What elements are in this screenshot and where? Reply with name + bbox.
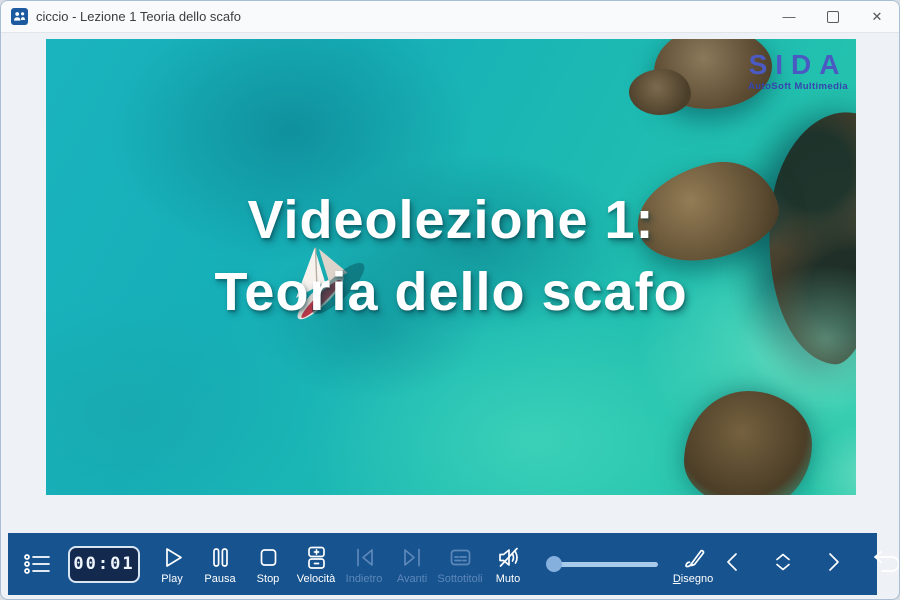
- close-button[interactable]: ✕: [855, 1, 899, 32]
- volume-slider-track[interactable]: [552, 562, 658, 567]
- play-icon: [159, 544, 186, 571]
- volume-slider-handle[interactable]: [546, 556, 562, 572]
- mute-button[interactable]: Muto: [484, 544, 532, 585]
- pen-icon: [680, 544, 707, 571]
- subtitles-button[interactable]: Sottotitoli: [436, 544, 484, 585]
- app-users-icon: [11, 8, 28, 25]
- speaker-muted-icon: [495, 544, 522, 571]
- draw-button[interactable]: Disegno: [666, 544, 720, 585]
- speed-label: Velocità: [297, 574, 336, 585]
- video-title-line1: Videolezione 1:: [46, 185, 856, 257]
- sida-logo-subtitle: AutoSoft Multimedia: [748, 81, 848, 92]
- return-arrow-icon: [870, 548, 900, 576]
- back-label: Indietro: [346, 574, 383, 585]
- chevron-right-icon: [820, 549, 846, 575]
- forward-button[interactable]: Avanti: [388, 544, 436, 585]
- title-bar[interactable]: ciccio - Lezione 1 Teoria dello scafo — …: [1, 1, 899, 33]
- window-title: ciccio - Lezione 1 Teoria dello scafo: [36, 9, 241, 24]
- pause-label: Pausa: [204, 574, 235, 585]
- stop-icon: [255, 544, 282, 571]
- back-button[interactable]: Indietro: [340, 544, 388, 585]
- draw-label: Disegno: [673, 574, 713, 585]
- speed-button[interactable]: Velocità: [292, 544, 340, 585]
- lesson-navigation: [720, 548, 900, 581]
- play-button[interactable]: Play: [148, 544, 196, 585]
- forward-label: Avanti: [397, 574, 427, 585]
- speed-plus-minus-icon: [303, 544, 330, 571]
- pause-icon: [207, 544, 234, 571]
- chevron-left-icon: [720, 549, 746, 575]
- play-label: Play: [161, 574, 182, 585]
- playlist-button[interactable]: [20, 549, 54, 579]
- maximize-button[interactable]: [811, 1, 855, 32]
- chevron-up-down-icon: [770, 549, 796, 575]
- sida-logo-text: SIDA: [748, 51, 848, 79]
- sida-logo: SIDA AutoSoft Multimedia: [748, 51, 848, 92]
- exit-return-button[interactable]: [870, 548, 900, 581]
- video-title-overlay: Videolezione 1: Teoria dello scafo: [46, 185, 856, 329]
- minimize-button[interactable]: —: [767, 1, 811, 32]
- elapsed-time-display: 00:01: [68, 546, 140, 583]
- video-display[interactable]: Videolezione 1: Teoria dello scafo SIDA …: [46, 39, 856, 495]
- app-window: ciccio - Lezione 1 Teoria dello scafo — …: [0, 0, 900, 600]
- stop-button[interactable]: Stop: [244, 544, 292, 585]
- bulleted-list-icon: [22, 549, 52, 579]
- maximize-icon: [827, 11, 839, 23]
- video-title-line2: Teoria dello scafo: [46, 257, 856, 329]
- skip-back-icon: [351, 544, 378, 571]
- mute-label: Muto: [496, 574, 520, 585]
- subtitles-icon: [447, 544, 474, 571]
- pause-button[interactable]: Pausa: [196, 544, 244, 585]
- player-toolbar: 00:01 Play Pausa Stop: [8, 533, 877, 595]
- next-button[interactable]: [820, 549, 846, 580]
- previous-button[interactable]: [720, 549, 746, 580]
- subtitles-label: Sottotitoli: [437, 574, 482, 585]
- rock-formation-top-small: [629, 69, 691, 115]
- expand-collapse-button[interactable]: [770, 549, 796, 580]
- stop-label: Stop: [257, 574, 280, 585]
- skip-forward-icon: [399, 544, 426, 571]
- volume-slider[interactable]: [546, 556, 658, 572]
